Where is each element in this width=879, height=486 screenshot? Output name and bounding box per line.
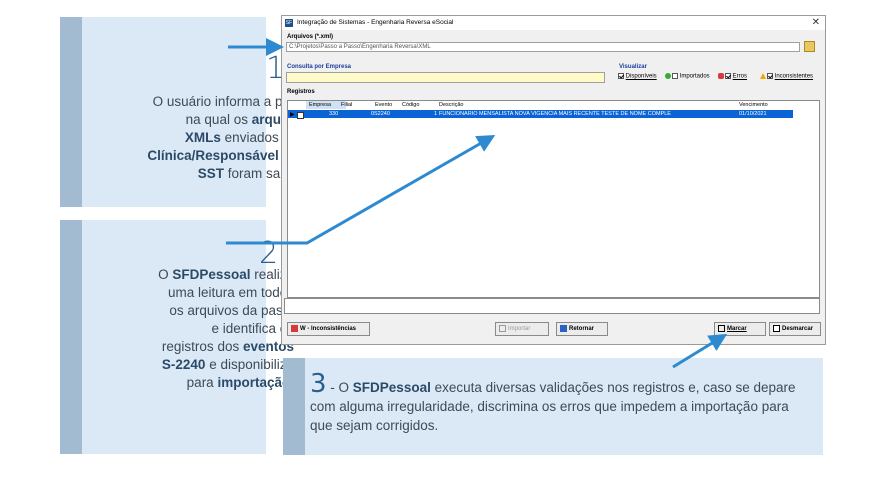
arrow-2	[226, 135, 496, 245]
arrow-3	[672, 333, 728, 369]
callout-arrows	[226, 38, 728, 369]
